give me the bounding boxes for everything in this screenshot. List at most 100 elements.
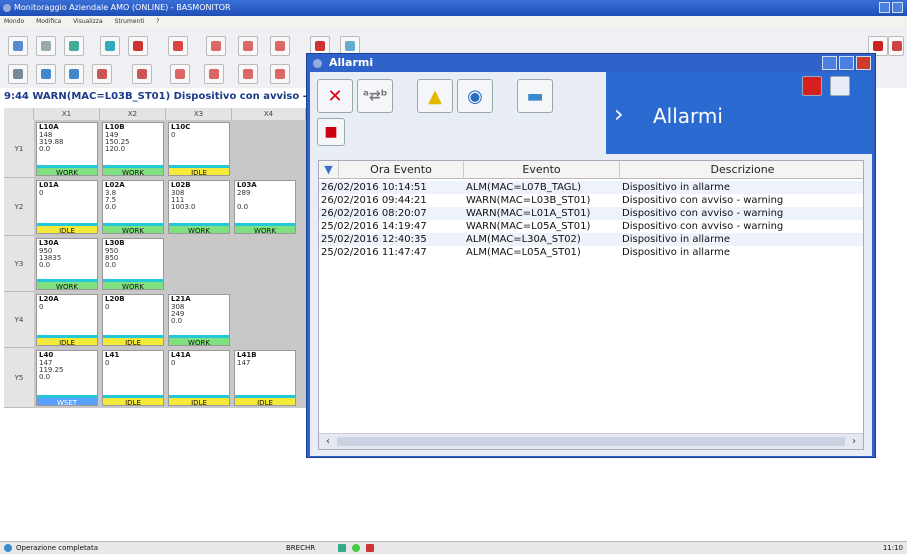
toolbar-button[interactable] [8, 64, 28, 84]
machine-id: L10A [39, 123, 59, 131]
machine-cell[interactable]: L41 0 IDLE [102, 350, 164, 407]
machine-cell[interactable]: L21A 308 249 0.0 WORK [168, 294, 230, 347]
grid-icon [345, 41, 355, 51]
report-icon [209, 69, 219, 79]
alarm-table: ▼ Ora Evento Evento Descrizione 26/02/20… [318, 160, 864, 450]
menu-modifica[interactable]: Modifica [36, 18, 61, 25]
table-icon [137, 69, 147, 79]
exit-button[interactable] [830, 76, 850, 96]
machine-values: 308 249 0.0 [171, 303, 185, 325]
cell-event: ALM(MAC=L07B_TAGL) [466, 182, 581, 193]
toolbar-button[interactable] [238, 36, 258, 56]
machine-values: 0 [105, 359, 110, 367]
maximize-button[interactable] [839, 56, 854, 70]
app-title: Monitoraggio Aziendale AMO (ONLINE) - BA… [14, 3, 231, 12]
machine-id: L30A [39, 239, 59, 247]
connection-icon [338, 544, 346, 552]
help-button[interactable] [802, 76, 822, 96]
sort-button[interactable]: ᵃ⇄ᵇ [357, 79, 393, 113]
machine-cell[interactable]: L02B 308 111 1003.0 WORK [168, 180, 230, 235]
column-header: X2 [100, 108, 166, 120]
scroll-right-icon[interactable]: › [847, 435, 861, 448]
machine-cell[interactable]: L03A 289 0.0 WORK [234, 180, 296, 235]
toolbar-button[interactable] [64, 64, 84, 84]
alarm-window-title-bar[interactable]: Allarmi [307, 54, 875, 72]
table-row[interactable]: 25/02/2016 14:19:47 WARN(MAC=L05A_ST01) … [319, 220, 863, 233]
machine-cell[interactable]: L10B 149 150.25 120.0 WORK [102, 122, 164, 177]
cell-description: Dispositivo con avviso - warning [622, 221, 784, 232]
toolbar-button[interactable] [132, 64, 152, 84]
column-header-time[interactable]: Ora Evento [339, 161, 464, 179]
minimize-button[interactable] [822, 56, 837, 70]
print-button[interactable]: ▬ [517, 79, 553, 113]
cell-description: Dispositivo in allarme [622, 247, 730, 258]
toolbar-button[interactable] [36, 36, 56, 56]
banner-buttons [802, 76, 850, 96]
chevron-right-icon: › [614, 100, 624, 128]
machine-cell[interactable]: L41A 0 IDLE [168, 350, 230, 407]
machine-cell[interactable]: L40 147 119.25 0.0 WSET [36, 350, 98, 407]
menu-help[interactable]: ? [156, 18, 159, 25]
table-row[interactable]: 25/02/2016 12:40:35 ALM(MAC=L30A_ST02) D… [319, 233, 863, 246]
toolbar-button[interactable] [168, 36, 188, 56]
find-button[interactable]: ◉ [457, 79, 493, 113]
cell-time: 25/02/2016 14:19:47 [321, 221, 427, 232]
filter-dropdown[interactable]: ▼ [319, 161, 339, 179]
scroll-left-icon[interactable]: ‹ [321, 435, 335, 448]
menu-strumenti[interactable]: Strumenti [115, 18, 145, 25]
table-row[interactable]: 25/02/2016 11:47:47 ALM(MAC=L05A_ST01) D… [319, 246, 863, 259]
toolbar-button[interactable] [204, 64, 224, 84]
machine-cell[interactable]: L10C 0 IDLE [168, 122, 230, 177]
monitor-icon [69, 41, 79, 51]
machine-id: L40 [39, 351, 54, 359]
toolbar-button[interactable] [100, 36, 120, 56]
table-row[interactable]: 26/02/2016 09:44:21 WARN(MAC=L03B_ST01) … [319, 194, 863, 207]
table-row[interactable]: 26/02/2016 10:14:51 ALM(MAC=L07B_TAGL) D… [319, 181, 863, 194]
toolbar-button[interactable] [36, 64, 56, 84]
machine-cell[interactable]: L41B 147 IDLE [234, 350, 296, 407]
printer-icon: ▬ [526, 85, 544, 107]
window-controls [879, 2, 903, 13]
x-icon: ✕ [327, 85, 343, 107]
exit-icon [892, 41, 902, 51]
machine-id: L10B [105, 123, 125, 131]
machine-cell[interactable]: L30A 950 13835 0.0 WORK [36, 238, 98, 291]
toolbar-button[interactable] [128, 36, 148, 56]
scroll-thumb[interactable] [337, 437, 845, 446]
table-row[interactable]: 26/02/2016 08:20:07 WARN(MAC=L01A_ST01) … [319, 207, 863, 220]
column-header-description[interactable]: Descrizione [620, 161, 865, 179]
toolbar-button[interactable] [206, 36, 226, 56]
alarm-window: Allarmi ✕ ᵃ⇄ᵇ ▲ ◉ ▬ ■ › Allarmi ▼ Ora Ev… [306, 53, 876, 458]
maximize-button[interactable] [892, 2, 903, 13]
toolbar-button[interactable] [888, 36, 904, 56]
toolbar-button[interactable] [64, 36, 84, 56]
close-button[interactable] [856, 56, 871, 70]
close-alarm-button[interactable]: ✕ [317, 79, 353, 113]
machine-cell[interactable]: L01A 0 IDLE [36, 180, 98, 235]
machine-cell[interactable]: L30B 950 850 0.0 WORK [102, 238, 164, 291]
machine-id: L30B [105, 239, 125, 247]
toolbar-button[interactable] [270, 64, 290, 84]
machine-status: WSET [37, 395, 97, 407]
broom-icon: ▲ [428, 85, 442, 107]
toolbar-button[interactable] [170, 64, 190, 84]
minimize-button[interactable] [879, 2, 890, 13]
machine-id: L20B [105, 295, 125, 303]
machine-cell[interactable]: L02A 3.8 7.5 0.0 WORK [102, 180, 164, 235]
clear-button[interactable]: ▲ [417, 79, 453, 113]
menu-mondo[interactable]: Mondo [4, 18, 24, 25]
toolbar-button[interactable] [238, 64, 258, 84]
menu-visualizza[interactable]: Visualizza [73, 18, 103, 25]
save-button[interactable]: ■ [317, 118, 345, 146]
horizontal-scrollbar[interactable]: ‹ › [319, 433, 863, 449]
toolbar-button[interactable] [270, 36, 290, 56]
machine-cell[interactable]: L20B 0 IDLE [102, 294, 164, 347]
toolbar-button[interactable] [92, 64, 112, 84]
machine-cell[interactable]: L10A 148 319.88 0.0 WORK [36, 122, 98, 177]
machine-cell[interactable]: L20A 0 IDLE [36, 294, 98, 347]
toolbar-button[interactable] [8, 36, 28, 56]
machine-status: IDLE [103, 395, 163, 407]
column-header-event[interactable]: Evento [464, 161, 620, 179]
export-icon [275, 41, 285, 51]
app-title-bar: Monitoraggio Aziendale AMO (ONLINE) - BA… [0, 0, 907, 16]
